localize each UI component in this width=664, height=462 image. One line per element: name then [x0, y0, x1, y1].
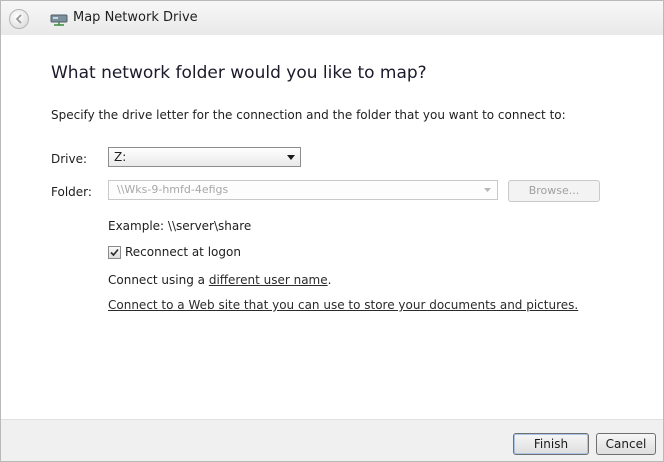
- folder-value: \\Wks-9-hmfd-4efigs: [117, 183, 229, 196]
- drive-label: Drive:: [51, 152, 88, 166]
- map-network-drive-dialog: Map Network Drive What network folder wo…: [0, 0, 664, 462]
- web-site-link[interactable]: Connect to a Web site that you can use t…: [108, 298, 578, 312]
- title-bar: Map Network Drive: [1, 1, 663, 35]
- reconnect-label: Reconnect at logon: [125, 245, 241, 259]
- drive-value: Z:: [114, 150, 127, 164]
- back-button[interactable]: [9, 9, 29, 29]
- chevron-down-icon: [484, 188, 491, 192]
- connect-using-prefix: Connect using a: [108, 273, 209, 287]
- folder-input[interactable]: \\Wks-9-hmfd-4efigs: [108, 180, 498, 200]
- instruction-text: Specify the drive letter for the connect…: [51, 108, 566, 122]
- back-arrow-icon: [15, 14, 22, 24]
- checkmark-icon: [110, 248, 119, 257]
- window-title: Map Network Drive: [73, 10, 198, 25]
- browse-button[interactable]: Browse...: [508, 180, 600, 202]
- reconnect-checkbox[interactable]: [108, 246, 121, 259]
- connect-using-suffix: .: [327, 273, 332, 287]
- example-text: Example: \\server\share: [108, 219, 252, 233]
- chevron-down-icon: [287, 155, 295, 160]
- finish-button[interactable]: Finish: [513, 433, 589, 455]
- different-user-name-link[interactable]: different user name: [209, 273, 328, 287]
- dialog-footer: Finish Cancel: [1, 419, 663, 461]
- network-drive-icon: [50, 14, 68, 26]
- cancel-button[interactable]: Cancel: [596, 433, 656, 455]
- page-heading: What network folder would you like to ma…: [51, 63, 427, 83]
- connect-using-text: Connect using a different user name.: [108, 273, 331, 287]
- folder-label: Folder:: [51, 185, 92, 199]
- drive-select[interactable]: Z:: [108, 147, 301, 167]
